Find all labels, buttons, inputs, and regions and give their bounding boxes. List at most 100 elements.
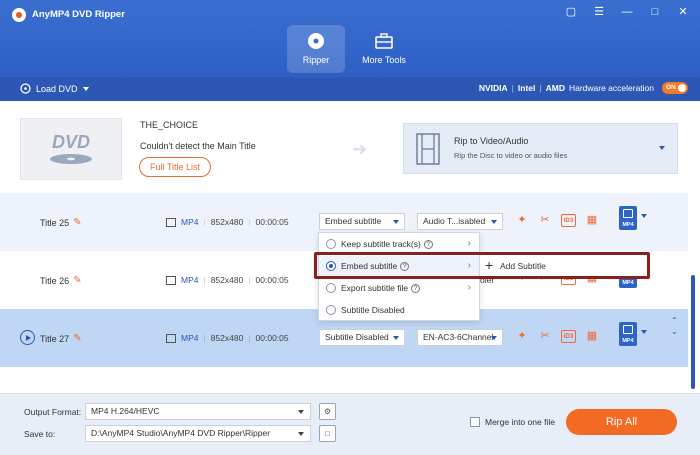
chevron-down-icon[interactable] [641,330,647,334]
detect-message: Couldn't detect the Main Title [140,141,256,151]
output-format-badge[interactable]: MP4 [619,206,637,230]
radio-button[interactable] [326,305,336,315]
subtitle-select-value: Subtitle Disabled [325,332,389,342]
hardware-acceleration: NVIDIA | Intel | AMD Hardware accelerati… [479,82,688,94]
format-label: MP4 [181,275,199,285]
badge-label: MP4 [622,222,634,228]
disc-icon [308,33,324,49]
chevron-right-icon: › [467,282,471,293]
film-icon [166,217,176,227]
maximize-icon[interactable]: □ [648,5,662,19]
rip-to-selector[interactable]: Rip to Video/Audio Rip the Disc to video… [403,123,678,174]
output-format-badge[interactable]: MP4 [619,322,637,346]
source-panel: DVD THE_CHOICE Couldn't detect the Main … [0,101,700,193]
edit-pencil-icon[interactable]: ✎ [73,333,81,344]
row-actions: ✦ ✂ ID3 ▦ [515,213,599,227]
subtitle-select[interactable]: Embed subtitle [319,213,405,230]
subtitle-box-icon[interactable]: ID3 [561,329,576,343]
chevron-down-icon[interactable]: ⌄ [671,326,678,337]
film-icon [416,133,440,165]
subtitle-box-icon[interactable]: ID3 [561,213,576,227]
amd-label: AMD [545,83,565,93]
duration-label: 00:00:05 [255,333,289,343]
chevron-down-icon [82,86,89,91]
minimize-icon[interactable]: — [620,5,634,19]
chevron-down-icon [298,410,304,414]
radio-button[interactable] [326,239,336,249]
badge-label: MP4 [622,280,634,286]
toolbar: Load DVD NVIDIA | Intel | AMD Hardware a… [0,77,700,101]
edit-pencil-icon[interactable]: ✎ [73,275,81,286]
save-to-select[interactable]: D:\AnyMP4 Studio\AnyMP4 DVD Ripper\Rippe… [85,425,311,442]
disc-title: THE_CHOICE [140,120,199,130]
rip-all-button[interactable]: Rip All [566,409,677,435]
menu-item-subtitle-disabled[interactable]: Subtitle Disabled [319,300,479,321]
scrollbar-thumb[interactable] [691,275,695,389]
menu-icon[interactable]: ☰ [592,5,606,19]
window-controls: ▢ ☰ — □ ✕ [564,5,690,19]
merge-plus-icon[interactable]: ▦ [585,213,599,227]
chevron-down-icon[interactable] [641,214,647,218]
disc-load-icon [20,83,31,94]
audio-select[interactable]: EN-AC3-6Channel [417,329,503,346]
merge-checkbox[interactable] [470,417,480,427]
film-icon [166,333,176,343]
nvidia-label: NVIDIA [478,83,508,93]
close-icon[interactable]: ✕ [676,5,690,19]
scissors-icon[interactable]: ✂ [538,329,552,343]
highlight-frame [314,252,650,279]
resolution-label: 852x480 [210,217,244,227]
resolution-label: 852x480 [210,333,244,343]
merge-into-one-file[interactable]: Merge into one file [470,417,555,427]
dvd-logo-text: DVD [52,132,90,152]
row-title: Title 27 [40,333,70,344]
tab-ripper[interactable]: Ripper [287,25,345,73]
hw-acceleration-label: Hardware acceleration [568,83,654,93]
output-format-select[interactable]: MP4 H.264/HEVC [85,403,311,420]
scissors-icon[interactable]: ✂ [538,213,552,227]
audio-select-value: Audio T...isabled [423,216,486,226]
chevron-down-icon [659,146,665,150]
badge-label: MP4 [622,338,634,344]
row-title: Title 26 [40,275,70,286]
subtitle-select[interactable]: Subtitle Disabled [319,329,405,346]
toolbox-icon [375,33,393,49]
subtitle-select-value: Embed subtitle [325,216,382,226]
effect-star-icon[interactable]: ✦ [515,213,529,227]
menu-item-export-subtitle[interactable]: Export subtitle file ? › [319,278,479,299]
effect-star-icon[interactable]: ✦ [515,329,529,343]
chevron-up-icon[interactable]: ⌃ [671,315,678,326]
row-meta: MP4 | 852x480 | 00:00:05 [166,217,289,227]
move-up-down[interactable]: ⌃ ⌄ [671,315,678,337]
merge-label: Merge into one file [485,417,555,427]
scrollbar[interactable] [688,193,698,393]
tab-more-tools[interactable]: More Tools [355,25,413,73]
rip-to-title: Rip to Video/Audio [454,136,529,146]
rip-to-subtitle: Rip the Disc to video or audio files [454,151,568,160]
hw-acceleration-toggle[interactable]: ON [662,82,688,94]
help-icon[interactable]: ? [411,283,421,293]
row-title: Title 25 [40,217,70,228]
output-format-value: MP4 H.264/HEVC [91,406,160,416]
feedback-icon[interactable]: ▢ [564,5,578,19]
load-dvd-label: Load DVD [36,83,78,94]
full-title-list-button[interactable]: Full Title List [139,157,211,177]
edit-pencil-icon[interactable]: ✎ [73,217,81,228]
chevron-down-icon [393,336,399,340]
chevron-down-icon [298,432,304,436]
radio-button[interactable] [326,283,336,293]
audio-select[interactable]: Audio T...isabled [417,213,503,230]
merge-plus-icon[interactable]: ▦ [585,329,599,343]
title-bar: AnyMP4 DVD Ripper ▢ ☰ — □ ✕ Ripper More … [0,0,700,77]
app-title: AnyMP4 DVD Ripper [32,9,125,20]
play-icon[interactable] [20,330,35,345]
load-dvd-button[interactable]: Load DVD [20,83,89,94]
settings-icon[interactable]: ⚙ [319,403,336,420]
duration-label: 00:00:05 [255,217,289,227]
menu-item-label: Export subtitle file [341,283,409,293]
resolution-label: 852x480 [210,275,244,285]
help-icon[interactable]: ? [423,239,433,249]
video-icon [623,209,633,218]
chevron-down-icon [393,220,399,224]
folder-icon[interactable]: □ [319,425,336,442]
